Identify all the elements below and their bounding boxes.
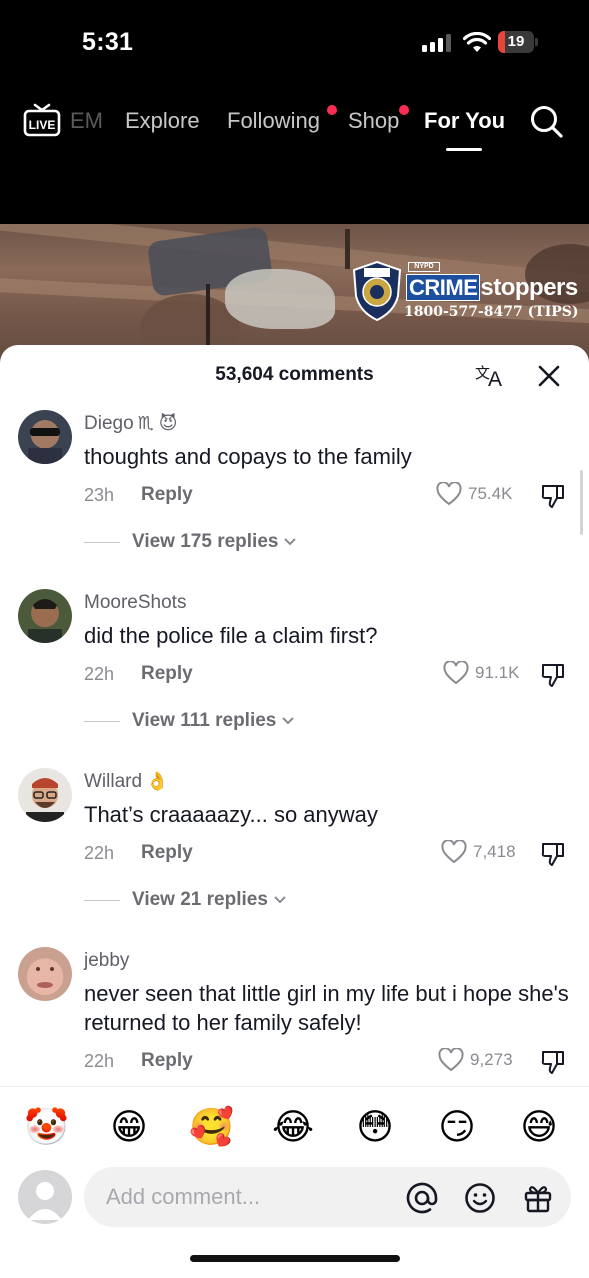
like-button[interactable]: 9,273 — [438, 1048, 513, 1072]
comments-header: 53,604 comments 文 A — [0, 345, 589, 405]
reply-button[interactable]: Reply — [141, 842, 193, 864]
home-indicator[interactable] — [190, 1255, 400, 1262]
heart-icon — [438, 1048, 464, 1072]
comment-time: 23h — [84, 485, 115, 505]
view-replies-button[interactable]: View 111 replies — [84, 710, 295, 732]
active-tab-underline — [446, 148, 482, 151]
like-button[interactable]: 75.4K — [436, 482, 512, 506]
like-count: 91.1K — [475, 663, 520, 682]
battery-level-text: 19 — [507, 33, 525, 50]
username-emoji: 👌 — [146, 771, 169, 791]
signal-icon — [422, 34, 451, 52]
comment-time: 22h — [84, 843, 115, 863]
like-count: 9,273 — [470, 1050, 513, 1069]
like-count: 7,418 — [473, 842, 516, 861]
view-replies-button[interactable]: View 175 replies — [84, 531, 297, 553]
comments-sheet: 53,604 comments 文 A Diego ♏ 😈 thoughts an… — [0, 345, 589, 1278]
quick-emoji-clown[interactable]: 🤡 — [24, 1105, 69, 1149]
avatar[interactable] — [18, 589, 72, 643]
my-avatar[interactable] — [18, 1170, 72, 1224]
quick-emoji-sweat-smile[interactable]: 😅 — [517, 1105, 561, 1149]
close-icon[interactable] — [538, 365, 560, 387]
chevron-down-icon — [284, 538, 297, 546]
dislike-icon[interactable] — [540, 662, 566, 688]
quick-emoji-smirk[interactable]: 😏 — [435, 1105, 479, 1149]
translate-icon[interactable]: 文 A — [474, 361, 508, 389]
search-icon[interactable] — [529, 104, 565, 140]
quick-emoji-grin[interactable]: 😁 — [107, 1105, 151, 1149]
tab-following[interactable]: Following — [227, 108, 320, 134]
view-replies-label: View 111 replies — [132, 710, 277, 731]
like-button[interactable]: 7,418 — [441, 840, 516, 864]
reply-button[interactable]: Reply — [141, 484, 193, 506]
comment-time: 22h — [84, 1051, 115, 1071]
chevron-down-icon — [274, 896, 286, 904]
comment-username: Willard 👌 — [84, 771, 169, 792]
comment-text: That’s craaaaazy... so anyway — [84, 802, 378, 827]
shop-notification-dot — [399, 105, 409, 115]
battery-indicator: 19 — [498, 31, 538, 53]
gift-icon[interactable] — [522, 1182, 554, 1214]
following-notification-dot — [327, 105, 337, 115]
nypd-badge-logo — [352, 260, 402, 322]
avatar[interactable] — [18, 410, 72, 464]
tab-em[interactable]: EM — [70, 108, 103, 134]
quick-emoji-row: 🤡 😁 🥰 😂 😳 😏 😅 — [0, 1105, 589, 1149]
dislike-icon[interactable] — [540, 483, 566, 509]
view-replies-label: View 175 replies — [132, 531, 279, 552]
like-button[interactable]: 91.1K — [443, 661, 519, 685]
heart-icon — [436, 482, 462, 506]
comment-time: 22h — [84, 664, 115, 684]
at-icon[interactable] — [406, 1182, 438, 1214]
scrollbar[interactable] — [580, 470, 583, 535]
tab-for-you[interactable]: For You — [424, 108, 505, 134]
svg-text:A: A — [488, 368, 502, 389]
top-nav: LIVE EM Explore Following Shop For You — [0, 88, 589, 224]
status-time: 5:31 — [82, 28, 134, 56]
comment-input-container — [84, 1167, 571, 1227]
comment-text: never seen that little girl in my life b… — [84, 981, 569, 1035]
reply-button[interactable]: Reply — [141, 1050, 193, 1072]
dislike-icon[interactable] — [540, 1049, 566, 1075]
comment-input[interactable] — [106, 1167, 406, 1227]
reply-button[interactable]: Reply — [141, 663, 193, 685]
tab-explore[interactable]: Explore — [125, 108, 200, 134]
svg-text:LIVE: LIVE — [29, 118, 56, 132]
tips-phone-number: 1800-577-8477 (TIPS) — [404, 304, 579, 320]
dislike-icon[interactable] — [540, 841, 566, 867]
nypd-label: NYPD — [408, 262, 440, 272]
chevron-down-icon — [282, 717, 295, 725]
comment-username: jebby — [84, 950, 130, 971]
quick-emoji-joy[interactable]: 😂 — [271, 1105, 315, 1149]
crime-label: CRIME — [406, 274, 481, 301]
emoji-icon[interactable] — [464, 1182, 496, 1214]
comment-username: Diego ♏ 😈 — [84, 413, 178, 434]
crime-stoppers-logo: CRIME stoppers — [406, 274, 578, 302]
comment-composer: 🤡 😁 🥰 😂 😳 😏 😅 — [0, 1086, 589, 1278]
wifi-icon — [463, 32, 491, 52]
comment-username: MooreShots — [84, 592, 187, 613]
quick-emoji-hearts[interactable]: 🥰 — [189, 1105, 234, 1149]
view-replies-button[interactable]: View 21 replies — [84, 889, 287, 911]
heart-icon — [441, 840, 467, 864]
heart-icon — [443, 661, 469, 685]
avatar[interactable] — [18, 947, 72, 1001]
comment-text: thoughts and copays to the family — [84, 444, 412, 469]
avatar[interactable] — [18, 768, 72, 822]
status-bar: 5:31 19 — [0, 0, 589, 88]
quick-emoji-flushed[interactable]: 😳 — [353, 1105, 397, 1149]
stoppers-label: stoppers — [480, 274, 578, 301]
live-tv-icon[interactable]: LIVE — [23, 101, 61, 139]
comment-text: did the police file a claim first? — [84, 623, 378, 648]
username-emoji: ♏ 😈 — [137, 413, 178, 433]
tab-shop[interactable]: Shop — [348, 108, 399, 134]
view-replies-label: View 21 replies — [132, 889, 268, 910]
like-count: 75.4K — [468, 484, 513, 503]
